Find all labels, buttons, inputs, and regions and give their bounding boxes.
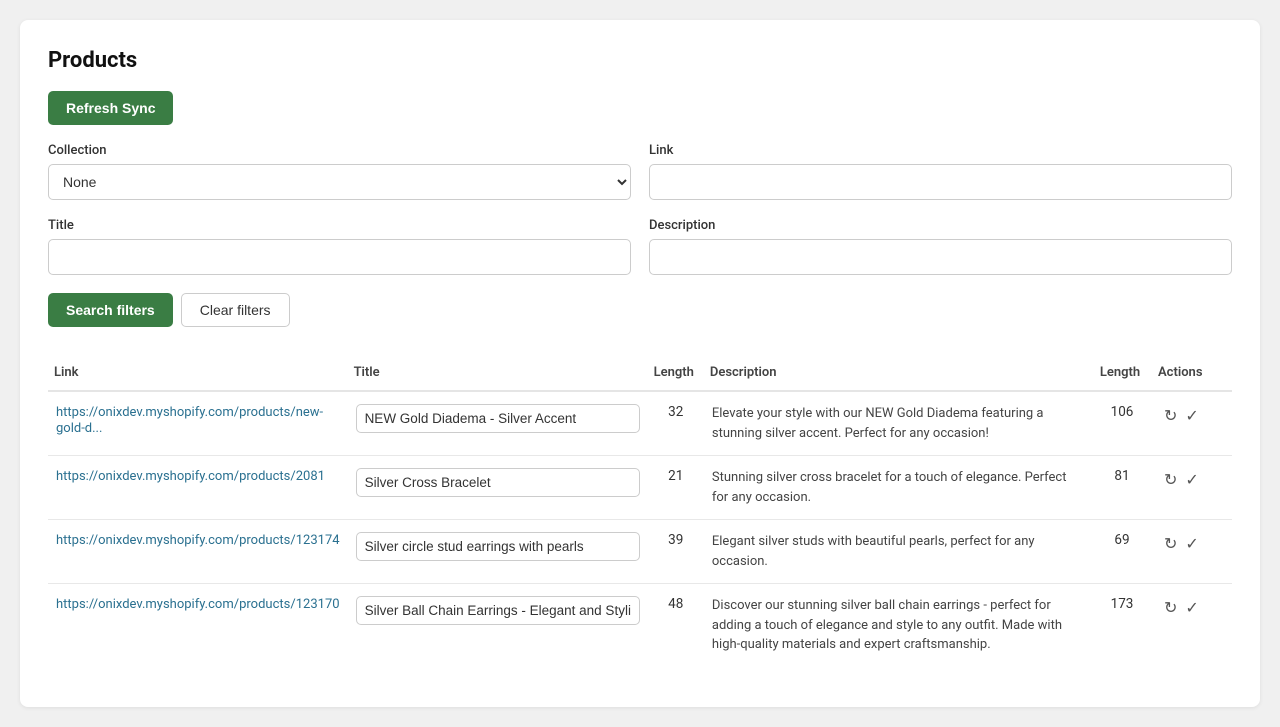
title-label: Title bbox=[48, 218, 631, 233]
title-group: Title bbox=[48, 218, 631, 275]
table-cell-title bbox=[348, 391, 648, 456]
table-cell-description: Stunning silver cross bracelet for a tou… bbox=[704, 456, 1092, 520]
table-cell-length-title: 21 bbox=[648, 456, 704, 520]
title-field[interactable] bbox=[356, 532, 640, 561]
table-cell-length-desc: 81 bbox=[1092, 456, 1152, 520]
link-input[interactable] bbox=[649, 164, 1232, 200]
collection-label: Collection bbox=[48, 143, 631, 158]
col-header-length-desc: Length bbox=[1092, 355, 1152, 391]
title-field[interactable] bbox=[356, 468, 640, 497]
product-link[interactable]: https://onixdev.myshopify.com/products/1… bbox=[56, 533, 340, 548]
table-cell-actions: ↻✓ bbox=[1152, 391, 1232, 456]
row-confirm-button[interactable]: ✓ bbox=[1181, 404, 1202, 428]
table-header-row: Link Title Length Description Length Act… bbox=[48, 355, 1232, 391]
row-refresh-button[interactable]: ↻ bbox=[1160, 404, 1181, 428]
product-link[interactable]: https://onixdev.myshopify.com/products/1… bbox=[56, 597, 340, 612]
table-cell-length-desc: 69 bbox=[1092, 520, 1152, 584]
link-label: Link bbox=[649, 143, 1232, 158]
collection-group: Collection None bbox=[48, 143, 631, 200]
table-cell-length-title: 32 bbox=[648, 391, 704, 456]
row-confirm-button[interactable]: ✓ bbox=[1181, 468, 1202, 492]
table-cell-length-title: 39 bbox=[648, 520, 704, 584]
description-group: Description bbox=[649, 218, 1232, 275]
row-confirm-button[interactable]: ✓ bbox=[1181, 596, 1202, 620]
table-cell-link: https://onixdev.myshopify.com/products/1… bbox=[48, 520, 348, 584]
description-label: Description bbox=[649, 218, 1232, 233]
col-header-link: Link bbox=[48, 355, 348, 391]
title-field[interactable] bbox=[356, 596, 640, 625]
table-cell-actions: ↻✓ bbox=[1152, 584, 1232, 667]
table-cell-link: https://onixdev.myshopify.com/products/2… bbox=[48, 456, 348, 520]
table-cell-title bbox=[348, 456, 648, 520]
table-row: https://onixdev.myshopify.com/products/1… bbox=[48, 584, 1232, 667]
title-input[interactable] bbox=[48, 239, 631, 275]
search-filters-button[interactable]: Search filters bbox=[48, 293, 173, 327]
table-cell-title bbox=[348, 584, 648, 667]
description-input[interactable] bbox=[649, 239, 1232, 275]
row-refresh-button[interactable]: ↻ bbox=[1160, 532, 1181, 556]
refresh-sync-button[interactable]: Refresh Sync bbox=[48, 91, 173, 125]
product-link[interactable]: https://onixdev.myshopify.com/products/2… bbox=[56, 469, 325, 484]
table-cell-description: Discover our stunning silver ball chain … bbox=[704, 584, 1092, 667]
table-cell-actions: ↻✓ bbox=[1152, 520, 1232, 584]
link-group: Link bbox=[649, 143, 1232, 200]
row-refresh-button[interactable]: ↻ bbox=[1160, 596, 1181, 620]
table-cell-description: Elevate your style with our NEW Gold Dia… bbox=[704, 391, 1092, 456]
table-cell-link: https://onixdev.myshopify.com/products/n… bbox=[48, 391, 348, 456]
table-cell-length-title: 48 bbox=[648, 584, 704, 667]
page-title: Products bbox=[48, 48, 1232, 73]
products-table: Link Title Length Description Length Act… bbox=[48, 355, 1232, 667]
table-cell-length-desc: 173 bbox=[1092, 584, 1152, 667]
col-header-description: Description bbox=[704, 355, 1092, 391]
products-card: Products Refresh Sync Collection None Li… bbox=[20, 20, 1260, 707]
col-header-title: Title bbox=[348, 355, 648, 391]
collection-select[interactable]: None bbox=[48, 164, 631, 200]
products-table-container: Link Title Length Description Length Act… bbox=[48, 355, 1232, 667]
table-row: https://onixdev.myshopify.com/products/2… bbox=[48, 456, 1232, 520]
filter-actions: Search filters Clear filters bbox=[48, 293, 1232, 327]
table-cell-link: https://onixdev.myshopify.com/products/1… bbox=[48, 584, 348, 667]
col-header-actions: Actions bbox=[1152, 355, 1232, 391]
filter-row-2: Title Description bbox=[48, 218, 1232, 275]
table-cell-actions: ↻✓ bbox=[1152, 456, 1232, 520]
row-confirm-button[interactable]: ✓ bbox=[1181, 532, 1202, 556]
table-row: https://onixdev.myshopify.com/products/n… bbox=[48, 391, 1232, 456]
row-refresh-button[interactable]: ↻ bbox=[1160, 468, 1181, 492]
filter-row-1: Collection None Link bbox=[48, 143, 1232, 200]
col-header-length-title: Length bbox=[648, 355, 704, 391]
product-link[interactable]: https://onixdev.myshopify.com/products/n… bbox=[56, 405, 323, 436]
table-row: https://onixdev.myshopify.com/products/1… bbox=[48, 520, 1232, 584]
title-field[interactable] bbox=[356, 404, 640, 433]
table-cell-description: Elegant silver studs with beautiful pear… bbox=[704, 520, 1092, 584]
clear-filters-button[interactable]: Clear filters bbox=[181, 293, 290, 327]
table-cell-title bbox=[348, 520, 648, 584]
table-cell-length-desc: 106 bbox=[1092, 391, 1152, 456]
